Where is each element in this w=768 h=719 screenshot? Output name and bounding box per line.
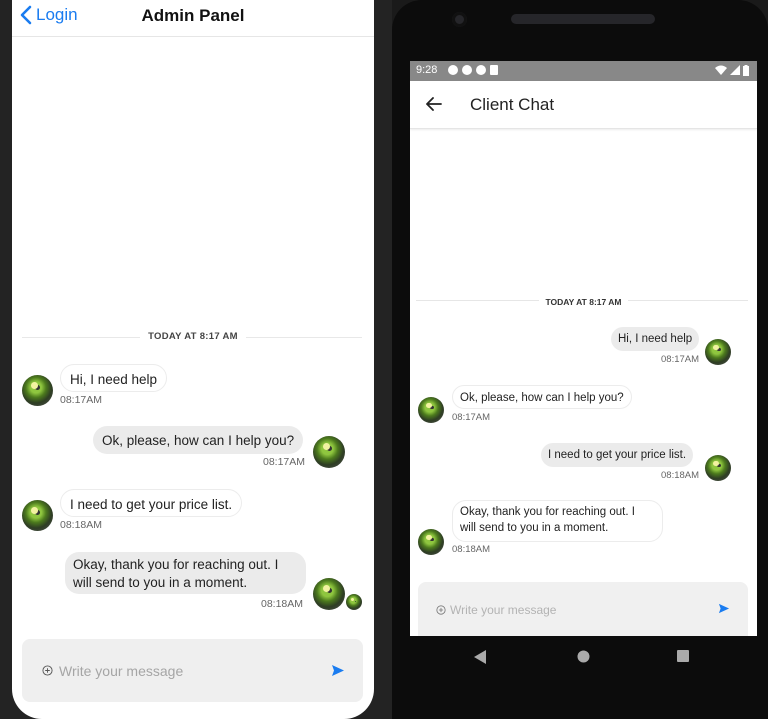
message-time: 08:17AM xyxy=(60,394,103,406)
message-text: I need to get your price list. xyxy=(70,497,233,512)
status-bar: 9:28 xyxy=(410,61,757,81)
message-input[interactable]: Write your message xyxy=(59,663,183,679)
message-text: Okay, thank you for reaching out. I xyxy=(73,557,279,572)
message-text: Hi, I need help xyxy=(70,372,158,387)
message-text: Ok, please, how can I help you? xyxy=(460,392,624,404)
arrow-left-icon[interactable] xyxy=(426,97,442,111)
message-time: 08:18AM xyxy=(661,470,700,481)
message-text: will send to you in a moment. xyxy=(73,574,248,590)
ios-device-frame: Login Admin Panel TODAY AT 8:17 AM Hi, I… xyxy=(0,0,392,719)
avatar[interactable] xyxy=(313,436,345,468)
message-text: will send to you in a moment. xyxy=(460,521,609,534)
avatar[interactable] xyxy=(313,578,345,610)
message-bubble[interactable]: Hi, I need help xyxy=(60,364,168,392)
message-time: 08:17AM xyxy=(661,354,700,365)
message-time: 08:18AM xyxy=(60,519,103,531)
battery-icon xyxy=(743,65,749,76)
message-bubble[interactable]: I need to get your price list. xyxy=(60,489,243,517)
back-triangle-icon[interactable] xyxy=(474,650,486,664)
message-time: 08:18AM xyxy=(452,544,491,555)
notification-icon xyxy=(462,65,472,75)
avatar[interactable] xyxy=(22,500,53,531)
page-title: Admin Panel xyxy=(141,6,245,25)
message-input-bar[interactable]: Write your message xyxy=(22,639,363,702)
shield-icon xyxy=(476,65,486,75)
ios-screen: Login Admin Panel TODAY AT 8:17 AM Hi, I… xyxy=(12,0,374,719)
app-bar: Client Chat xyxy=(410,81,757,129)
message-input[interactable]: Write your message xyxy=(450,603,556,617)
speaker xyxy=(511,14,655,24)
message-text: I need to get your price list. xyxy=(548,449,687,461)
status-icons xyxy=(448,65,498,75)
avatar[interactable] xyxy=(22,375,53,406)
send-icon[interactable] xyxy=(331,664,345,677)
cell-signal-icon xyxy=(730,65,740,75)
settings-icon xyxy=(448,65,458,75)
avatar[interactable] xyxy=(705,455,731,481)
status-clock: 9:28 xyxy=(416,64,438,76)
page-title: Client Chat xyxy=(470,95,555,114)
message-input-bar[interactable]: Write your message xyxy=(418,582,748,636)
android-screen: 9:28 Client Chat TODAY AT 8:17 AM Hi, I … xyxy=(410,61,757,636)
recents-square-icon[interactable] xyxy=(677,650,689,662)
message-time: 08:17AM xyxy=(452,412,491,423)
message-text: Okay, thank you for reaching out. I xyxy=(460,506,635,518)
message-bubble[interactable]: I need to get your price list. xyxy=(541,443,694,467)
message-bubble[interactable]: Ok, please, how can I help you? xyxy=(93,426,304,454)
avatar[interactable] xyxy=(418,529,444,555)
home-circle-icon[interactable] xyxy=(577,650,590,663)
message-text: Hi, I need help xyxy=(618,333,693,345)
send-icon[interactable] xyxy=(718,603,730,614)
message-text: Ok, please, how can I help you? xyxy=(102,433,295,448)
date-separator: TODAY AT 8:17 AM xyxy=(12,331,374,342)
sd-card-icon xyxy=(490,65,498,75)
avatar[interactable] xyxy=(705,339,731,365)
message-bubble[interactable]: Ok, please, how can I help you? xyxy=(452,385,632,409)
signal-icons xyxy=(715,65,749,76)
android-device-frame: 9:28 Client Chat TODAY AT 8:17 AM Hi, I … xyxy=(392,0,768,719)
camera xyxy=(452,12,467,27)
message-bubble[interactable]: Hi, I need help xyxy=(611,327,700,351)
wifi-icon xyxy=(715,65,727,75)
message-bubble[interactable]: Okay, thank you for reaching out. I will… xyxy=(65,552,306,594)
date-separator: TODAY AT 8:17 AM xyxy=(410,297,757,307)
message-time: 08:17AM xyxy=(263,456,306,468)
add-circle-icon[interactable] xyxy=(436,605,446,615)
message-time: 08:18AM xyxy=(261,598,304,610)
add-circle-icon[interactable] xyxy=(42,665,53,676)
android-navigation-bar xyxy=(410,636,757,678)
message-bubble[interactable]: Okay, thank you for reaching out. I will… xyxy=(452,500,663,542)
typing-avatar xyxy=(346,594,362,610)
avatar[interactable] xyxy=(418,397,444,423)
ios-navigation-bar: Login Admin Panel xyxy=(12,0,374,37)
